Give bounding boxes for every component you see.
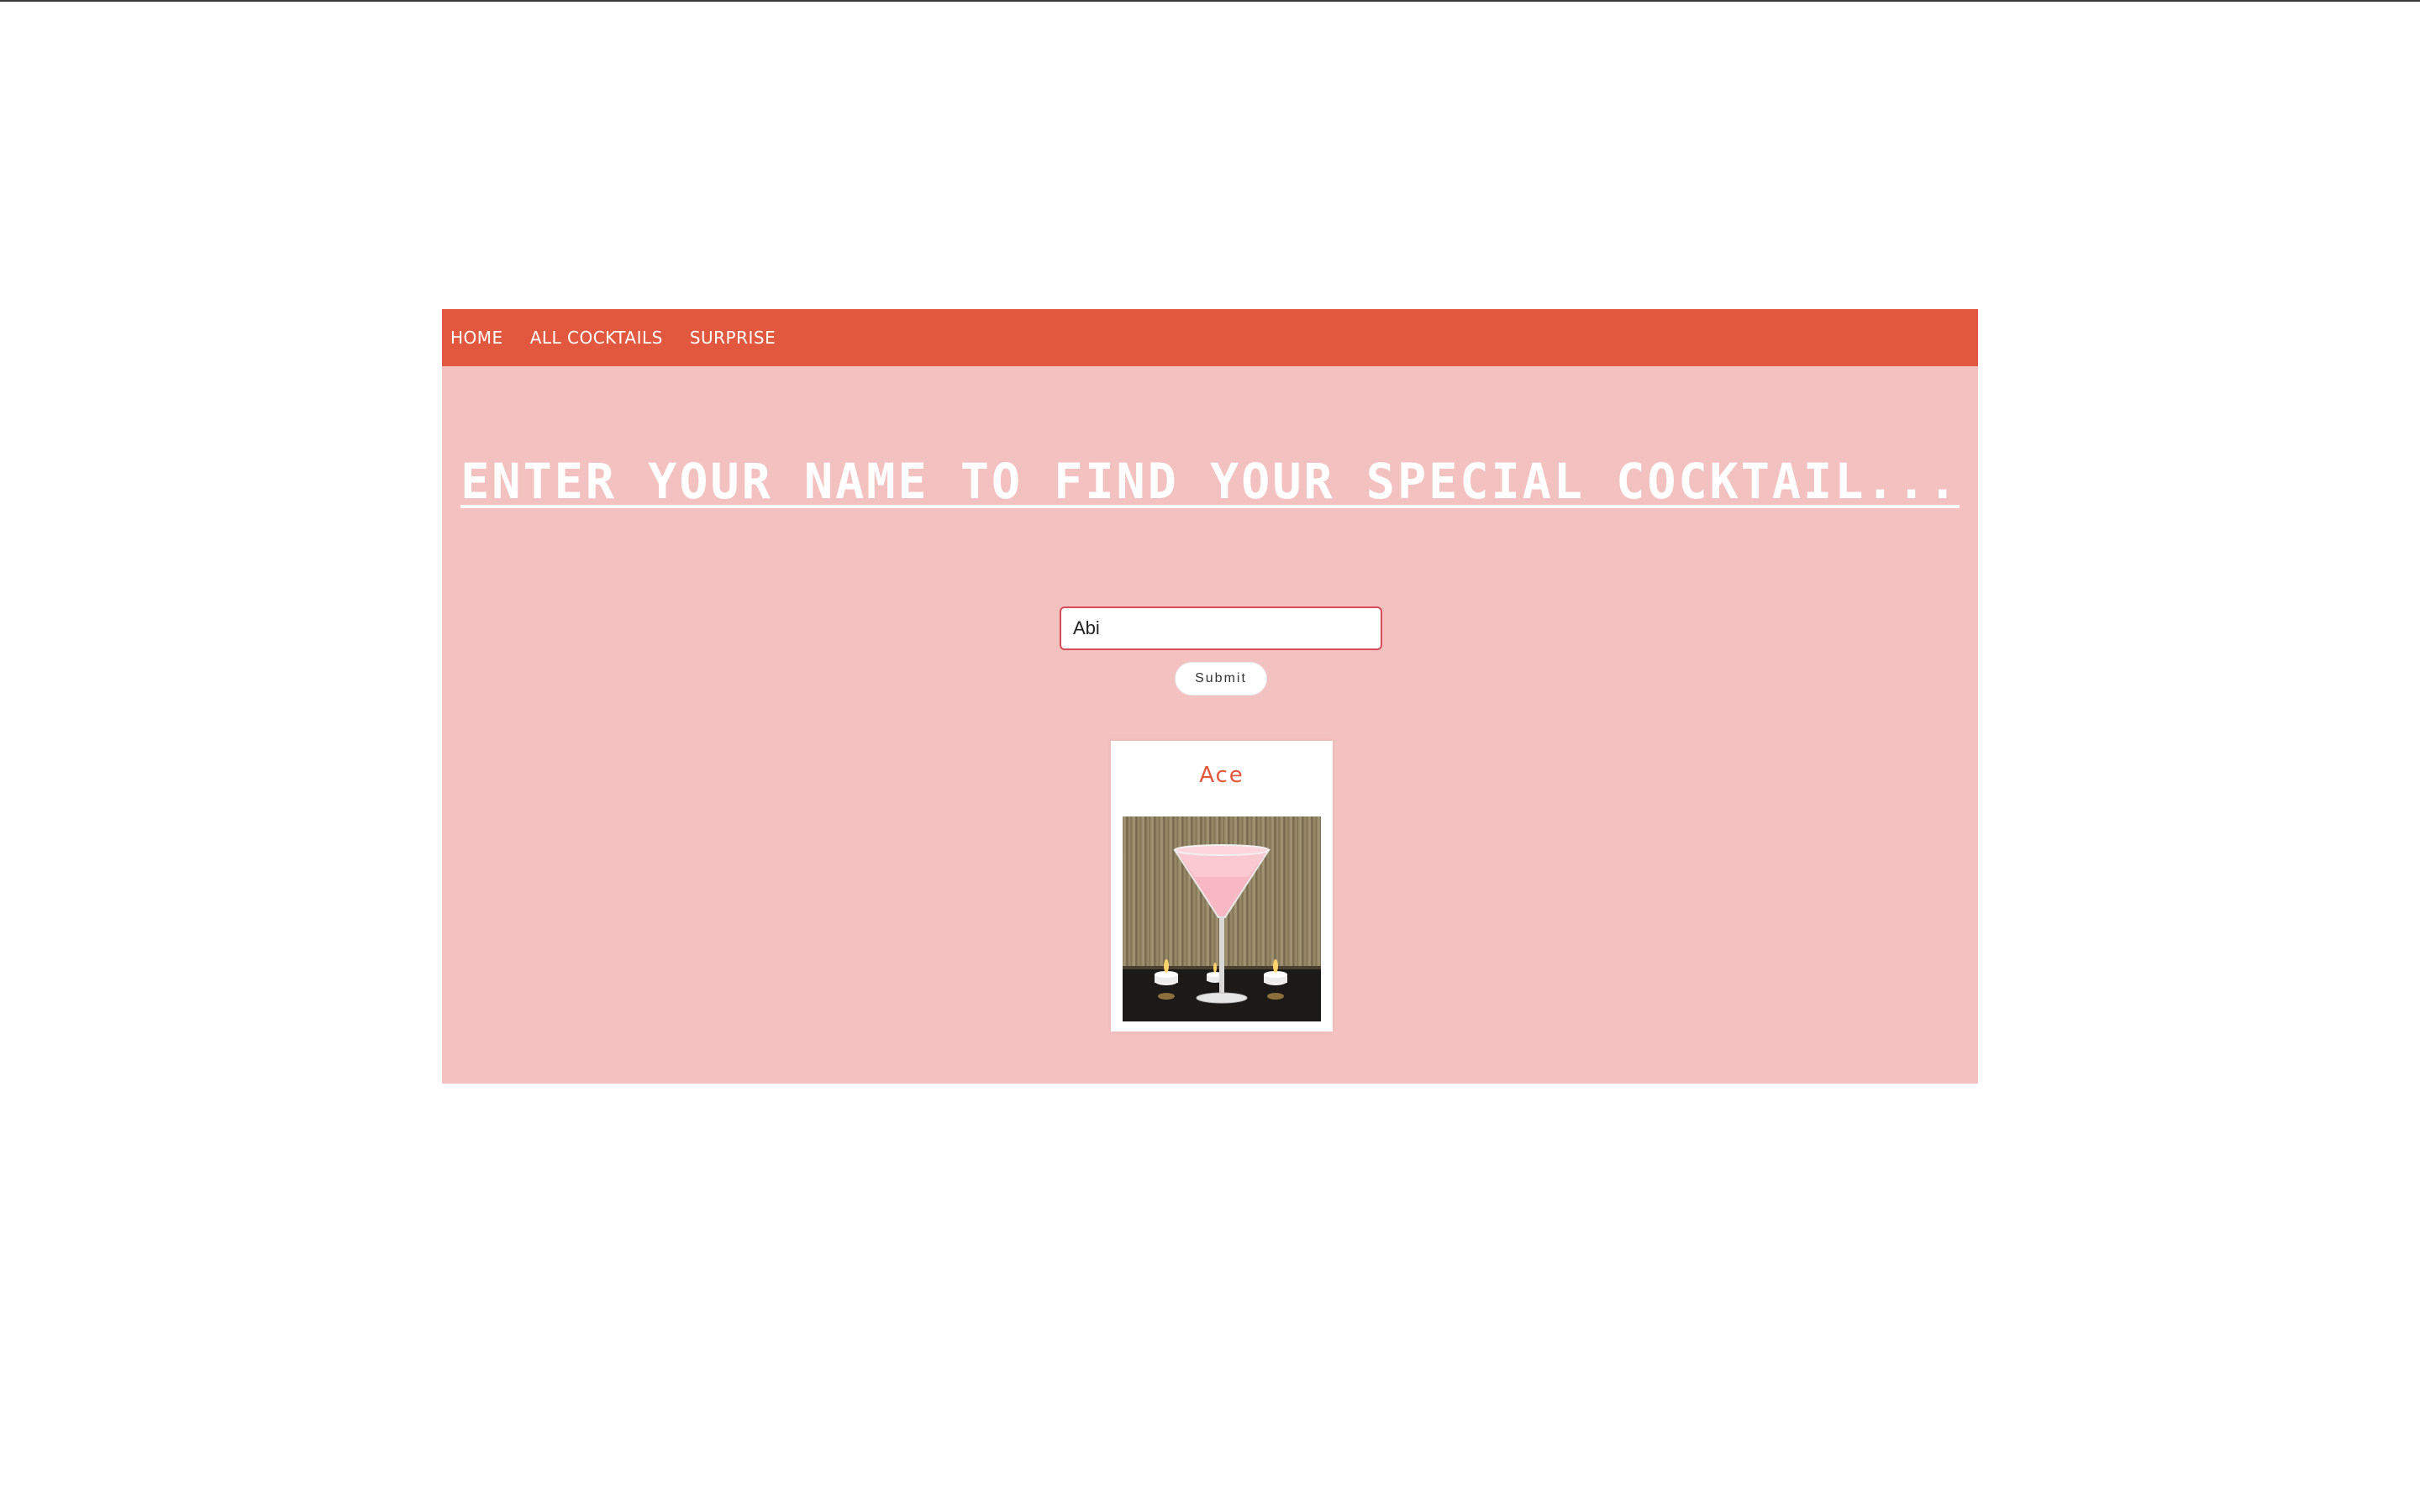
nav-home-link[interactable]: HOME — [450, 328, 503, 348]
cocktail-result-card[interactable]: Ace — [1111, 741, 1333, 1032]
martini-glass-icon — [1123, 844, 1321, 1021]
nav-all-cocktails-link[interactable]: ALL COCKTAILS — [530, 328, 663, 348]
name-input[interactable] — [1060, 606, 1382, 650]
submit-button[interactable]: Submit — [1175, 662, 1267, 696]
window-top-border — [0, 0, 2420, 2]
app-panel: HOME ALL COCKTAILS SURPRISE ENTER YOUR N… — [442, 309, 1978, 1084]
navbar: HOME ALL COCKTAILS SURPRISE — [442, 309, 1978, 366]
cocktail-photo — [1123, 816, 1321, 1021]
page-headline: ENTER YOUR NAME TO FIND YOUR SPECIAL COC… — [460, 453, 1960, 510]
cocktail-name: Ace — [1199, 763, 1244, 788]
nav-surprise-link[interactable]: SURPRISE — [690, 328, 776, 348]
